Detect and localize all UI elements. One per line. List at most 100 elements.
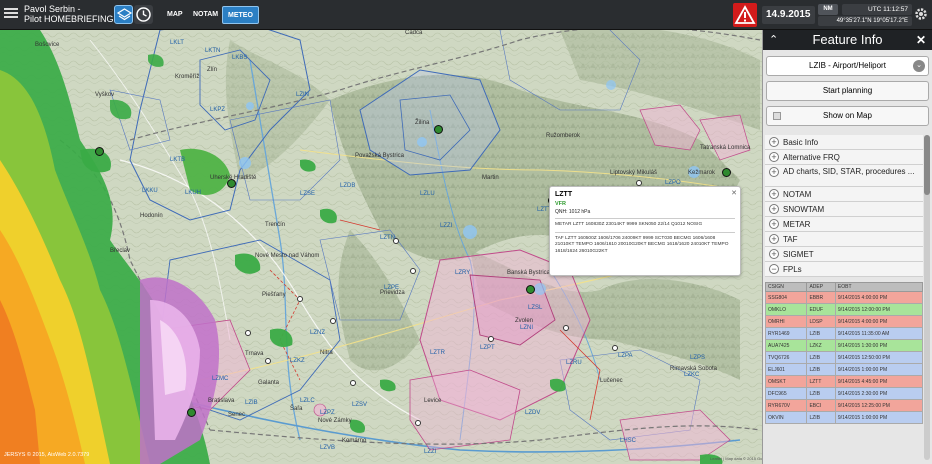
fpl-row[interactable]: SSG804 EBBR 9/14/2015 4:00:00 PM [764,291,924,304]
airport-label[interactable]: LZDB [340,183,355,189]
airport-marker[interactable] [526,285,535,294]
expand-icon: + [769,167,779,177]
airport-label[interactable]: LZKZ [290,358,305,364]
airport-label[interactable]: LZTR [430,350,445,356]
airport-label[interactable]: LZKC [684,372,699,378]
airfield-marker[interactable] [265,358,271,364]
gear-icon[interactable] [914,7,928,21]
airport-label[interactable]: LZLU [420,191,435,197]
airport-label[interactable]: LZZI [424,449,436,455]
airfield-marker[interactable] [488,336,494,342]
start-planning-button[interactable]: Start planning [766,81,929,101]
airport-label[interactable]: LZIB [245,400,258,406]
menu-icon[interactable] [4,6,18,22]
fpl-row[interactable]: RYR670V EBCI 9/14/2015 12:25:00 PM [764,399,924,412]
airfield-marker[interactable] [415,420,421,426]
tab-meteo[interactable]: METEO [222,6,259,24]
scrollbar-thumb[interactable] [924,135,930,195]
section-6[interactable]: + TAF [765,232,923,247]
airport-label[interactable]: LKUH [185,190,201,196]
fpl-row[interactable]: TVQ6726 LZIB 9/14/2015 12:50:00 PM [764,351,924,364]
fpl-col-csign[interactable]: CSIGN [764,282,808,292]
fpl-row[interactable]: RYR1469 LZIB 9/14/2015 11:35:00 AM [764,327,924,340]
airport-label[interactable]: LKTN [205,48,220,54]
unit-toggle[interactable]: NM [818,4,838,15]
airport-label[interactable]: LKTB [170,157,185,163]
fpl-row[interactable]: OKVIN LZIB 9/14/2015 1:00:00 PM [764,411,924,424]
airport-label[interactable]: LZMC [212,376,228,382]
airport-label[interactable]: LZPZ [320,410,335,416]
airport-label[interactable]: LZPA [618,353,633,359]
fpl-row[interactable]: OMKLO EDUF 9/14/2015 12:00:00 PM [764,303,924,316]
airport-label[interactable]: LKPZ [210,107,225,113]
airfield-marker[interactable] [612,345,618,351]
airfield-marker[interactable] [563,325,569,331]
town-label: Galanta [258,380,280,386]
fpl-cell-eobt: 9/14/2015 4:45:00 PM [834,375,924,388]
user-info[interactable]: Pavol Serbin - Pilot HOMEBRIEFING [24,4,114,24]
section-3[interactable]: + NOTAM [765,187,923,202]
airport-label[interactable]: LKBS [232,55,247,61]
fpl-row[interactable]: OMSKT LZTT 9/14/2015 4:45:00 PM [764,375,924,388]
section-7[interactable]: + SIGMET [765,247,923,262]
airport-label[interactable]: LZPS [690,355,705,361]
section-label: FPLs [783,264,802,274]
airport-label[interactable]: LZIN [296,92,309,98]
airport-marker[interactable] [722,168,731,177]
airport-label[interactable]: LKKU [142,188,158,194]
section-5[interactable]: + METAR [765,217,923,232]
airport-label[interactable]: LZSE [300,191,315,197]
section-0[interactable]: + Basic Info [765,135,923,150]
time-button[interactable] [134,5,153,24]
section-4[interactable]: + SNOWTAM [765,202,923,217]
checkbox[interactable] [773,112,781,120]
airport-label[interactable]: LHSC [620,438,636,444]
airport-label[interactable]: LZRU [566,360,582,366]
section-8[interactable]: − FPLs [765,262,923,277]
airport-label[interactable]: LZVB [320,445,335,451]
airport-label[interactable]: LZZI [440,223,452,229]
airport-label[interactable]: LZSL [528,305,542,311]
fpl-col-adep[interactable]: ADEP [806,282,836,292]
fpl-row[interactable]: ELJ601 LZIB 9/14/2015 1:00:00 PM [764,363,924,376]
fpl-cell-eobt: 9/14/2015 11:35:00 AM [834,327,924,340]
town-label: Tatranská Lomnica [700,145,751,151]
fpl-body: SSG804 EBBR 9/14/2015 4:00:00 PM OMKLO EDUF 9… [764,291,924,424]
airfield-marker[interactable] [410,268,416,274]
airport-marker[interactable] [95,147,104,156]
show-on-map-button[interactable]: Show on Map [766,106,929,126]
close-icon[interactable]: ✕ [916,33,926,47]
airfield-marker[interactable] [350,380,356,386]
fpl-col-eobt[interactable]: EOBT [834,282,924,292]
airfield-marker[interactable] [330,318,336,324]
fpl-row[interactable]: DFC965 LZIB 9/14/2015 2:30:00 PM [764,387,924,400]
airport-label[interactable]: LZRY [455,270,470,276]
airport-marker[interactable] [187,408,196,417]
airport-label[interactable]: LZPT [480,345,495,351]
tab-notam[interactable]: NOTAM [188,6,223,24]
warning-button[interactable] [733,3,757,27]
section-2[interactable]: + AD charts, SID, STAR, procedures ... [765,165,923,187]
airport-label[interactable]: LKLT [170,40,184,46]
section-1[interactable]: + Alternative FRQ [765,150,923,165]
date-display[interactable]: 14.9.2015 [762,6,815,24]
airport-label[interactable]: LZLC [300,398,315,404]
panel-header: ⌃ Feature Info ✕ [763,30,932,50]
panel-scrollbar[interactable] [924,135,930,460]
layers-button[interactable] [114,5,133,24]
airport-label[interactable]: LZDV [525,410,540,416]
airport-label[interactable]: LZNZ [310,330,325,336]
airfield-marker[interactable] [297,296,303,302]
tab-map[interactable]: MAP [162,6,188,24]
close-icon[interactable]: ✕ [731,189,737,197]
airport-marker[interactable] [434,125,443,134]
user-name: Pavol Serbin - [24,4,81,14]
fpl-row[interactable]: AUA7425 LZKZ 9/14/2015 1:30:00 PM [764,339,924,352]
fpl-cell-eobt: 9/14/2015 4:00:00 PM [834,315,924,328]
airport-label[interactable]: LZSV [352,402,367,408]
fpl-row[interactable]: OMRHI LDSP 9/14/2015 4:00:00 PM [764,315,924,328]
airport-label[interactable]: LZNI [520,325,533,331]
airfield-marker[interactable] [245,330,251,336]
feature-select[interactable]: LZIB - Airport/Heliport ⌄ [766,56,929,76]
airport-label[interactable]: LZTN [380,235,395,241]
